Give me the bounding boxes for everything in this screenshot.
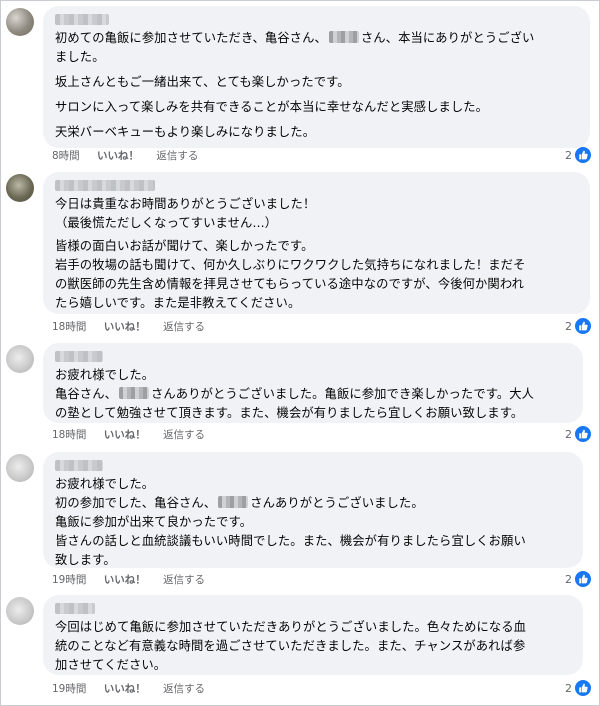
redacted-name — [119, 387, 149, 399]
comment-line: の塾として勉強させて頂きます。また、機会が有りましたら宜しくお願い致します。 — [55, 406, 524, 420]
comment-bubble: 今日は貴重なお時間ありがとうございました！ （最後慌ただしくなってすいません…）… — [43, 172, 590, 314]
timestamp[interactable]: 18時間 — [52, 429, 86, 441]
like-button[interactable]: いいね！ — [104, 321, 146, 333]
avatar[interactable] — [6, 174, 34, 202]
comment-actions: 18時間 いいね！ 返信する — [52, 427, 219, 442]
reaction-number: 2 — [565, 572, 572, 586]
comment-line: 亀飯に参加が出来て良かったです。 — [55, 515, 253, 529]
comment-line: 天栄バーベキューもより楽しみになりました。 — [55, 125, 316, 139]
comment-line: 岩手の牧場の話も聞けて、何か久しぶりにワクワクした気持ちになれました！まだそ — [55, 258, 526, 272]
like-button[interactable]: いいね！ — [104, 574, 146, 586]
comment-actions: 18時間 いいね！ 返信する — [52, 319, 219, 334]
comment-line: 皆さんの話しと血統談議もいい時間でした。また、機会が有りましたら宜しくお願い — [55, 534, 526, 548]
timestamp[interactable]: 8時間 — [52, 150, 80, 162]
reply-button[interactable]: 返信する — [163, 683, 205, 695]
reaction-count[interactable]: 2 — [565, 425, 592, 443]
thumbs-up-icon — [574, 570, 592, 588]
comment-line: 加させてください。 — [55, 658, 167, 672]
avatar[interactable] — [6, 597, 34, 625]
thumbs-up-icon — [574, 146, 592, 164]
reaction-count[interactable]: 2 — [565, 570, 592, 588]
comment-bubble: 今回はじめて亀飯に参加させていただきありがとうございました。色々ためになる血 統… — [43, 595, 583, 675]
like-button[interactable]: いいね！ — [104, 683, 146, 695]
reaction-number: 2 — [565, 319, 572, 333]
reaction-number: 2 — [565, 681, 572, 695]
redacted-name — [218, 496, 249, 508]
redacted-name — [328, 31, 359, 43]
comment-line: 初の参加でした、亀谷さん、 さんありがとうございました。 — [55, 496, 424, 510]
reaction-number: 2 — [565, 148, 572, 162]
commenter-name[interactable] — [55, 180, 155, 191]
comment-line: ました。 — [55, 50, 105, 64]
comment-line: 今日は貴重なお時間ありがとうございました！ — [55, 197, 316, 211]
reply-button[interactable]: 返信する — [163, 321, 205, 333]
comment-bubble: お疲れ様でした。 初の参加でした、亀谷さん、 さんありがとうございました。 亀飯に… — [43, 452, 583, 568]
comment-line: サロンに入って楽しみを共有できることが本当に幸せなんだと実感しました。 — [55, 100, 489, 114]
comment-line: 今回はじめて亀飯に参加させていただきありがとうございました。色々ためになる血 — [55, 620, 527, 634]
reaction-number: 2 — [565, 427, 572, 441]
like-button[interactable]: いいね！ — [97, 150, 139, 162]
commenter-name[interactable] — [55, 603, 95, 614]
comment-line: 皆様の面白いお話が聞けて、楽しかったです。 — [55, 239, 314, 253]
thumbs-up-icon — [574, 317, 592, 335]
timestamp[interactable]: 19時間 — [52, 574, 86, 586]
comment-line: （最後慌ただしくなってすいません…） — [55, 216, 278, 230]
comment-actions: 19時間 いいね！ 返信する — [52, 681, 219, 696]
timestamp[interactable]: 18時間 — [52, 321, 86, 333]
comment-line: 初めての亀飯に参加させていただき、亀谷さん、 さん、本当にありがとうござい — [55, 31, 535, 45]
comment-line: 坂上さんともご一緒出来て、とても楽しかったです。 — [55, 75, 350, 89]
comment-line: の獣医師の先生含め情報を拝見させてもらっている途中なのですが、今後何か関われ — [55, 277, 524, 291]
commenter-name[interactable] — [55, 460, 103, 471]
commenter-name[interactable] — [55, 14, 109, 25]
comment-line: たら嬉しいです。また是非教えてください。 — [55, 296, 301, 310]
timestamp[interactable]: 19時間 — [52, 683, 86, 695]
thumbs-up-icon — [574, 425, 592, 443]
reply-button[interactable]: 返信する — [163, 429, 205, 441]
comment-line: 致します。 — [55, 553, 116, 567]
reaction-count[interactable]: 2 — [565, 679, 592, 697]
comment-line: 統のことなど有意義な時間を過ごさせていただきました。また、チャンスがあれば参 — [55, 639, 526, 653]
comment-line: お疲れ様でした。 — [55, 368, 155, 382]
reply-button[interactable]: 返信する — [163, 574, 205, 586]
avatar[interactable] — [6, 8, 34, 36]
commenter-name[interactable] — [55, 351, 103, 362]
comment-actions: 8時間 いいね！ 返信する — [52, 148, 212, 163]
comment-actions: 19時間 いいね！ 返信する — [52, 572, 219, 587]
avatar[interactable] — [6, 345, 34, 373]
comment-bubble: お疲れ様でした。 亀谷さん、 さんありがとうございました。亀飯に参加でき楽しかった… — [43, 343, 583, 423]
comment-bubble: 初めての亀飯に参加させていただき、亀谷さん、 さん、本当にありがとうござい ました… — [43, 6, 590, 148]
avatar[interactable] — [6, 454, 34, 482]
thumbs-up-icon — [574, 679, 592, 697]
comment-line: お疲れ様でした。 — [55, 477, 155, 491]
comment-line: 亀谷さん、 さんありがとうございました。亀飯に参加でき楽しかったです。大人 — [55, 387, 535, 401]
reaction-count[interactable]: 2 — [565, 146, 592, 164]
reply-button[interactable]: 返信する — [156, 150, 198, 162]
reaction-count[interactable]: 2 — [565, 317, 592, 335]
like-button[interactable]: いいね！ — [104, 429, 146, 441]
